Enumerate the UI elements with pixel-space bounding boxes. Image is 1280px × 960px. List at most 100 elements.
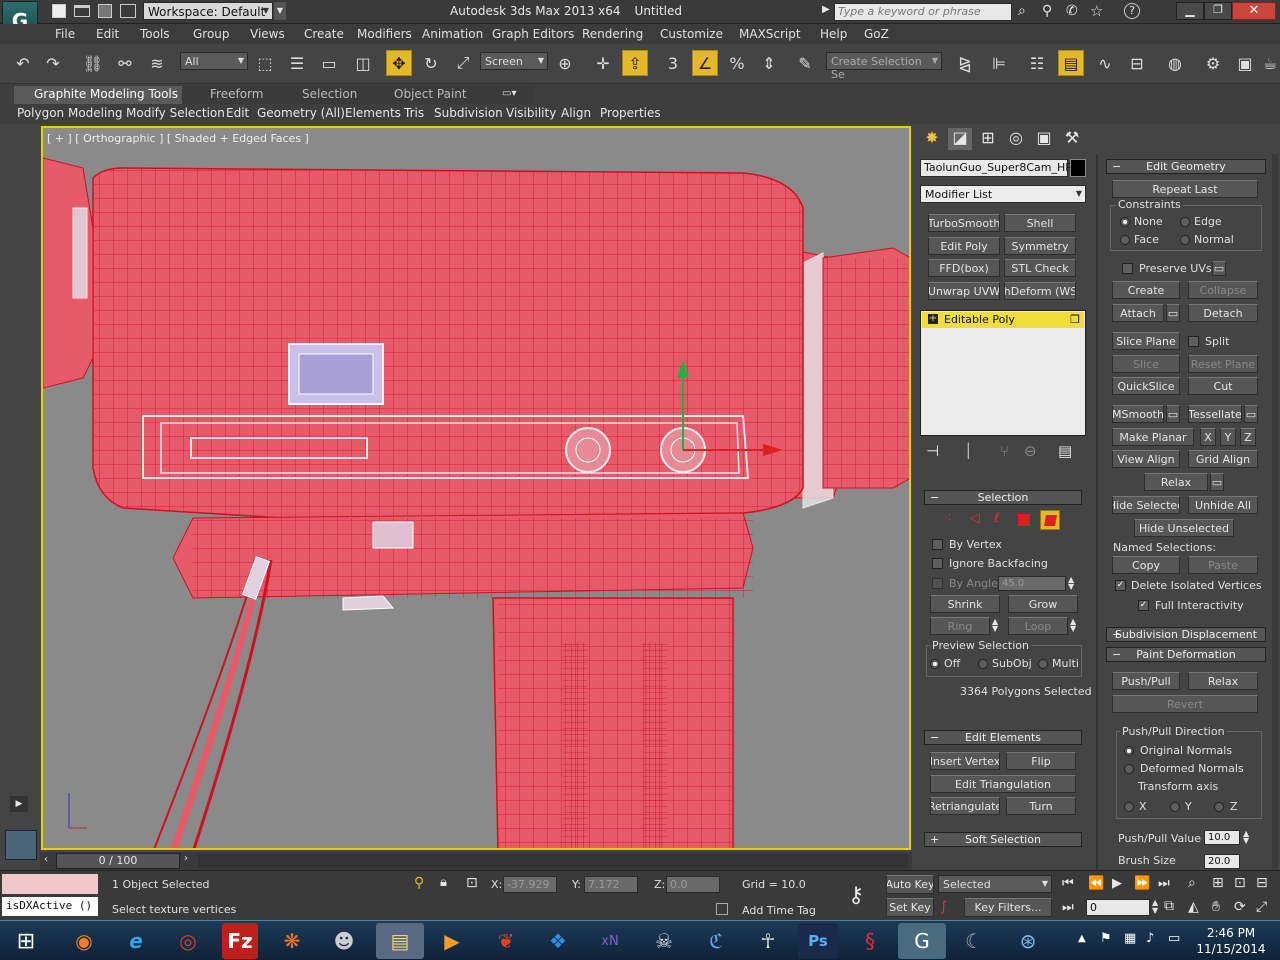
grow-button[interactable]: Grow xyxy=(1008,595,1078,613)
utilities-tab-icon[interactable]: ⚒ xyxy=(1060,128,1084,150)
insert-vertex-button[interactable]: Insert Vertex xyxy=(930,752,1000,770)
zoom-all-icon[interactable]: ⊞ xyxy=(1212,875,1224,891)
angle-spinner-icon[interactable]: ▲ ▼ xyxy=(1068,576,1074,591)
ribbon-geometry-all[interactable]: Geometry (All) xyxy=(257,106,345,120)
edit-named-selection-icon[interactable]: ✎ xyxy=(792,50,818,76)
redo-icon[interactable]: ↷ xyxy=(40,50,66,76)
motion-tab-icon[interactable]: ◎ xyxy=(1004,128,1028,150)
tray-network-icon[interactable]: ▦ xyxy=(1124,931,1136,946)
soft-selection-rollout-header[interactable]: + Soft Selection xyxy=(924,832,1082,847)
edit-elements-rollout-header[interactable]: − Edit Elements xyxy=(924,730,1082,745)
stl-check-button[interactable]: STL Check xyxy=(1004,259,1076,277)
y-coordinate-input[interactable]: 7.172 xyxy=(584,876,638,893)
axis-x-radio[interactable] xyxy=(1124,802,1134,812)
maximize-viewport-icon[interactable]: ⤢ xyxy=(1256,899,1267,915)
isolate-selection-icon[interactable]: ⚲ xyxy=(414,875,424,891)
preserve-uvs-checkbox[interactable] xyxy=(1122,263,1133,274)
display-tab-icon[interactable]: ▣ xyxy=(1032,128,1056,150)
configure-modifier-sets-icon[interactable]: ▤ xyxy=(1058,442,1072,460)
ffd-box-button[interactable]: FFD(box) xyxy=(928,259,1000,277)
pan-icon[interactable]: ✋︎ xyxy=(1212,899,1220,915)
tab-freeform[interactable]: Freeform xyxy=(210,87,263,101)
menu-tools[interactable]: Tools xyxy=(140,27,170,41)
angle-value-input[interactable]: 45.0 xyxy=(998,576,1066,591)
preserve-uvs-settings-button[interactable]: ▭ xyxy=(1212,261,1226,276)
unhide-all-button[interactable]: Unhide All xyxy=(1188,496,1258,514)
app-xn-icon[interactable]: xN xyxy=(586,923,634,959)
view-align-button[interactable]: View Align xyxy=(1112,450,1180,468)
graphite-toggle-icon[interactable]: ▤ xyxy=(1058,50,1084,76)
turn-button[interactable]: Turn xyxy=(1006,797,1076,815)
rect-selection-icon[interactable]: ▭ xyxy=(316,50,342,76)
taskbar-clock[interactable]: 2:46 PM 11/15/2014 xyxy=(1196,925,1266,957)
auto-key-button[interactable]: Auto Key xyxy=(886,875,934,894)
communication-icon[interactable]: ✆ xyxy=(1066,3,1078,19)
remove-modifier-icon[interactable]: ⊖ xyxy=(1024,442,1037,460)
app-swirl-icon[interactable]: ❋ xyxy=(268,923,316,959)
menu-goz[interactable]: GoZ xyxy=(864,27,889,41)
curve-editor-icon[interactable]: ∿ xyxy=(1092,50,1118,76)
zoom-icon[interactable]: ⌕ xyxy=(1188,875,1196,891)
detach-button[interactable]: Detach xyxy=(1188,304,1258,322)
app-leaf-icon[interactable]: ❦ xyxy=(482,923,530,959)
start-button-icon[interactable]: ⊞ xyxy=(4,923,48,959)
ribbon-visibility[interactable]: Visibility xyxy=(506,106,556,120)
planar-y-button[interactable]: Y xyxy=(1220,428,1236,446)
loop-button[interactable]: Loop xyxy=(1008,617,1068,635)
percent-snap-icon[interactable]: % xyxy=(724,50,750,76)
named-selection-set-dropdown[interactable]: Create Selection Se ▼ xyxy=(826,52,942,81)
frame-spinner-icon[interactable]: ▲ ▼ xyxy=(1152,899,1158,915)
maxscript-listener-pink[interactable] xyxy=(2,874,98,894)
render-production-icon[interactable]: ☕ xyxy=(1262,50,1278,76)
search-arrow-icon[interactable]: ▶ xyxy=(822,4,830,15)
render-setup-icon[interactable]: ⚙ xyxy=(1200,50,1226,76)
tab-object-paint[interactable]: Object Paint xyxy=(394,87,467,101)
maxscript-listener-input[interactable]: isDXActive () xyxy=(2,897,98,916)
msmooth-settings-button[interactable]: ▭ xyxy=(1166,405,1180,423)
menu-help[interactable]: Help xyxy=(820,27,847,41)
dropbox-icon[interactable]: ❖ xyxy=(534,923,582,959)
align-icon[interactable]: ⊫ xyxy=(986,50,1012,76)
play-icon[interactable]: ▶ xyxy=(1112,876,1122,891)
slice-button[interactable]: Slice xyxy=(1112,355,1180,373)
create-button[interactable]: Create xyxy=(1112,281,1180,299)
paint-relax-button[interactable]: Relax xyxy=(1188,672,1258,690)
menu-animation[interactable]: Animation xyxy=(422,27,483,41)
selection-lock-icon[interactable]: 🔒︎ xyxy=(440,875,447,890)
hierarchy-tab-icon[interactable]: ⊞ xyxy=(976,128,1000,150)
add-time-tag-label[interactable]: Add Time Tag xyxy=(742,904,816,917)
show-end-result-icon[interactable]: ⏐ xyxy=(964,442,973,460)
tray-volume-icon[interactable]: ♪ xyxy=(1146,931,1154,946)
reference-coord-dropdown[interactable]: Screen ▼ xyxy=(480,52,548,70)
attach-button[interactable]: Attach xyxy=(1112,304,1164,322)
qa-dropdown-icon[interactable]: ▼ xyxy=(274,2,286,20)
menu-group[interactable]: Group xyxy=(193,27,230,41)
tray-keyboard-icon[interactable]: ▭ xyxy=(1168,931,1180,946)
constraint-none-radio[interactable] xyxy=(1120,217,1130,227)
search-input[interactable]: Type a keyword or phrase xyxy=(834,3,1012,21)
preview-multi-radio[interactable] xyxy=(1038,659,1048,669)
by-vertex-checkbox[interactable] xyxy=(932,539,943,550)
unlink-icon[interactable]: ⚯ xyxy=(112,50,138,76)
minimize-icon[interactable]: ▁ xyxy=(1176,2,1204,20)
prev-frame-icon[interactable]: ⏪ xyxy=(1088,876,1104,891)
preview-off-radio[interactable] xyxy=(930,659,940,669)
undo-icon[interactable]: ↶ xyxy=(10,50,36,76)
mini-listener-icon[interactable] xyxy=(5,830,37,860)
time-config-icon[interactable]: ⧉ xyxy=(1164,898,1174,914)
explorer-folder-icon[interactable]: ▤ xyxy=(376,923,424,959)
shell-button[interactable]: Shell xyxy=(1004,214,1076,232)
subdivision-displacement-rollout-header[interactable]: + Subdivision Displacement xyxy=(1106,627,1266,642)
tab-selection[interactable]: Selection xyxy=(302,87,357,101)
tray-expand-icon[interactable]: ▲ xyxy=(1078,933,1086,944)
select-by-name-icon[interactable]: ☰ xyxy=(284,50,310,76)
polygon-mode-icon[interactable] xyxy=(1018,514,1030,526)
make-planar-button[interactable]: Make Planar xyxy=(1112,428,1194,446)
tray-flag-icon[interactable]: ⚑ xyxy=(1100,931,1112,946)
modifier-list-dropdown[interactable]: Modifier List ▼ xyxy=(920,185,1086,203)
absolute-mode-icon[interactable]: ⊡ xyxy=(466,875,478,891)
layer-manager-icon[interactable]: ☷ xyxy=(1024,50,1050,76)
x-coordinate-input[interactable]: -37.929 xyxy=(503,876,557,893)
ribbon-properties[interactable]: Properties xyxy=(600,106,661,120)
ribbon-edit[interactable]: Edit xyxy=(226,106,249,120)
